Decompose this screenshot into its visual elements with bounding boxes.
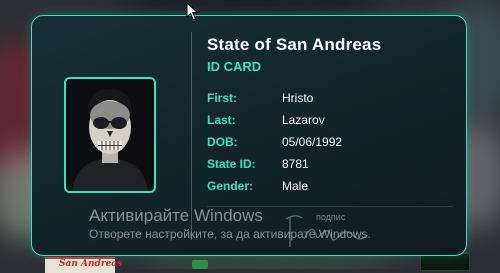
watermark-subtitle: Отворете настройките, за да активирате W… xyxy=(89,227,371,241)
windows-activation-watermark: Активирайте Windows Отворете настройките… xyxy=(89,206,371,242)
dob-label: DOB: xyxy=(207,135,238,149)
skull-face-portrait-icon xyxy=(66,79,154,191)
portrait-photo xyxy=(64,77,156,193)
first-name-value: Hristo xyxy=(282,91,314,105)
first-name-label: First: xyxy=(207,91,237,105)
last-name-value: Lazarov xyxy=(282,113,325,127)
card-subtitle: ID CARD xyxy=(207,59,262,74)
hud-indicator xyxy=(192,260,208,269)
dob-value: 05/06/1992 xyxy=(282,135,343,149)
card-title: State of San Andreas xyxy=(207,35,382,54)
state-id-label: State ID: xyxy=(207,157,256,171)
sign-text: San Andreas xyxy=(59,259,123,269)
gender-label: Gender: xyxy=(207,179,254,193)
mouse-cursor-icon xyxy=(186,2,199,21)
watermark-title: Активирайте Windows xyxy=(89,206,263,225)
gender-value: Male xyxy=(282,179,309,193)
last-name-label: Last: xyxy=(207,113,236,127)
san-andreas-sign: San Andreas xyxy=(45,257,122,273)
state-id-value: 8781 xyxy=(282,157,309,171)
